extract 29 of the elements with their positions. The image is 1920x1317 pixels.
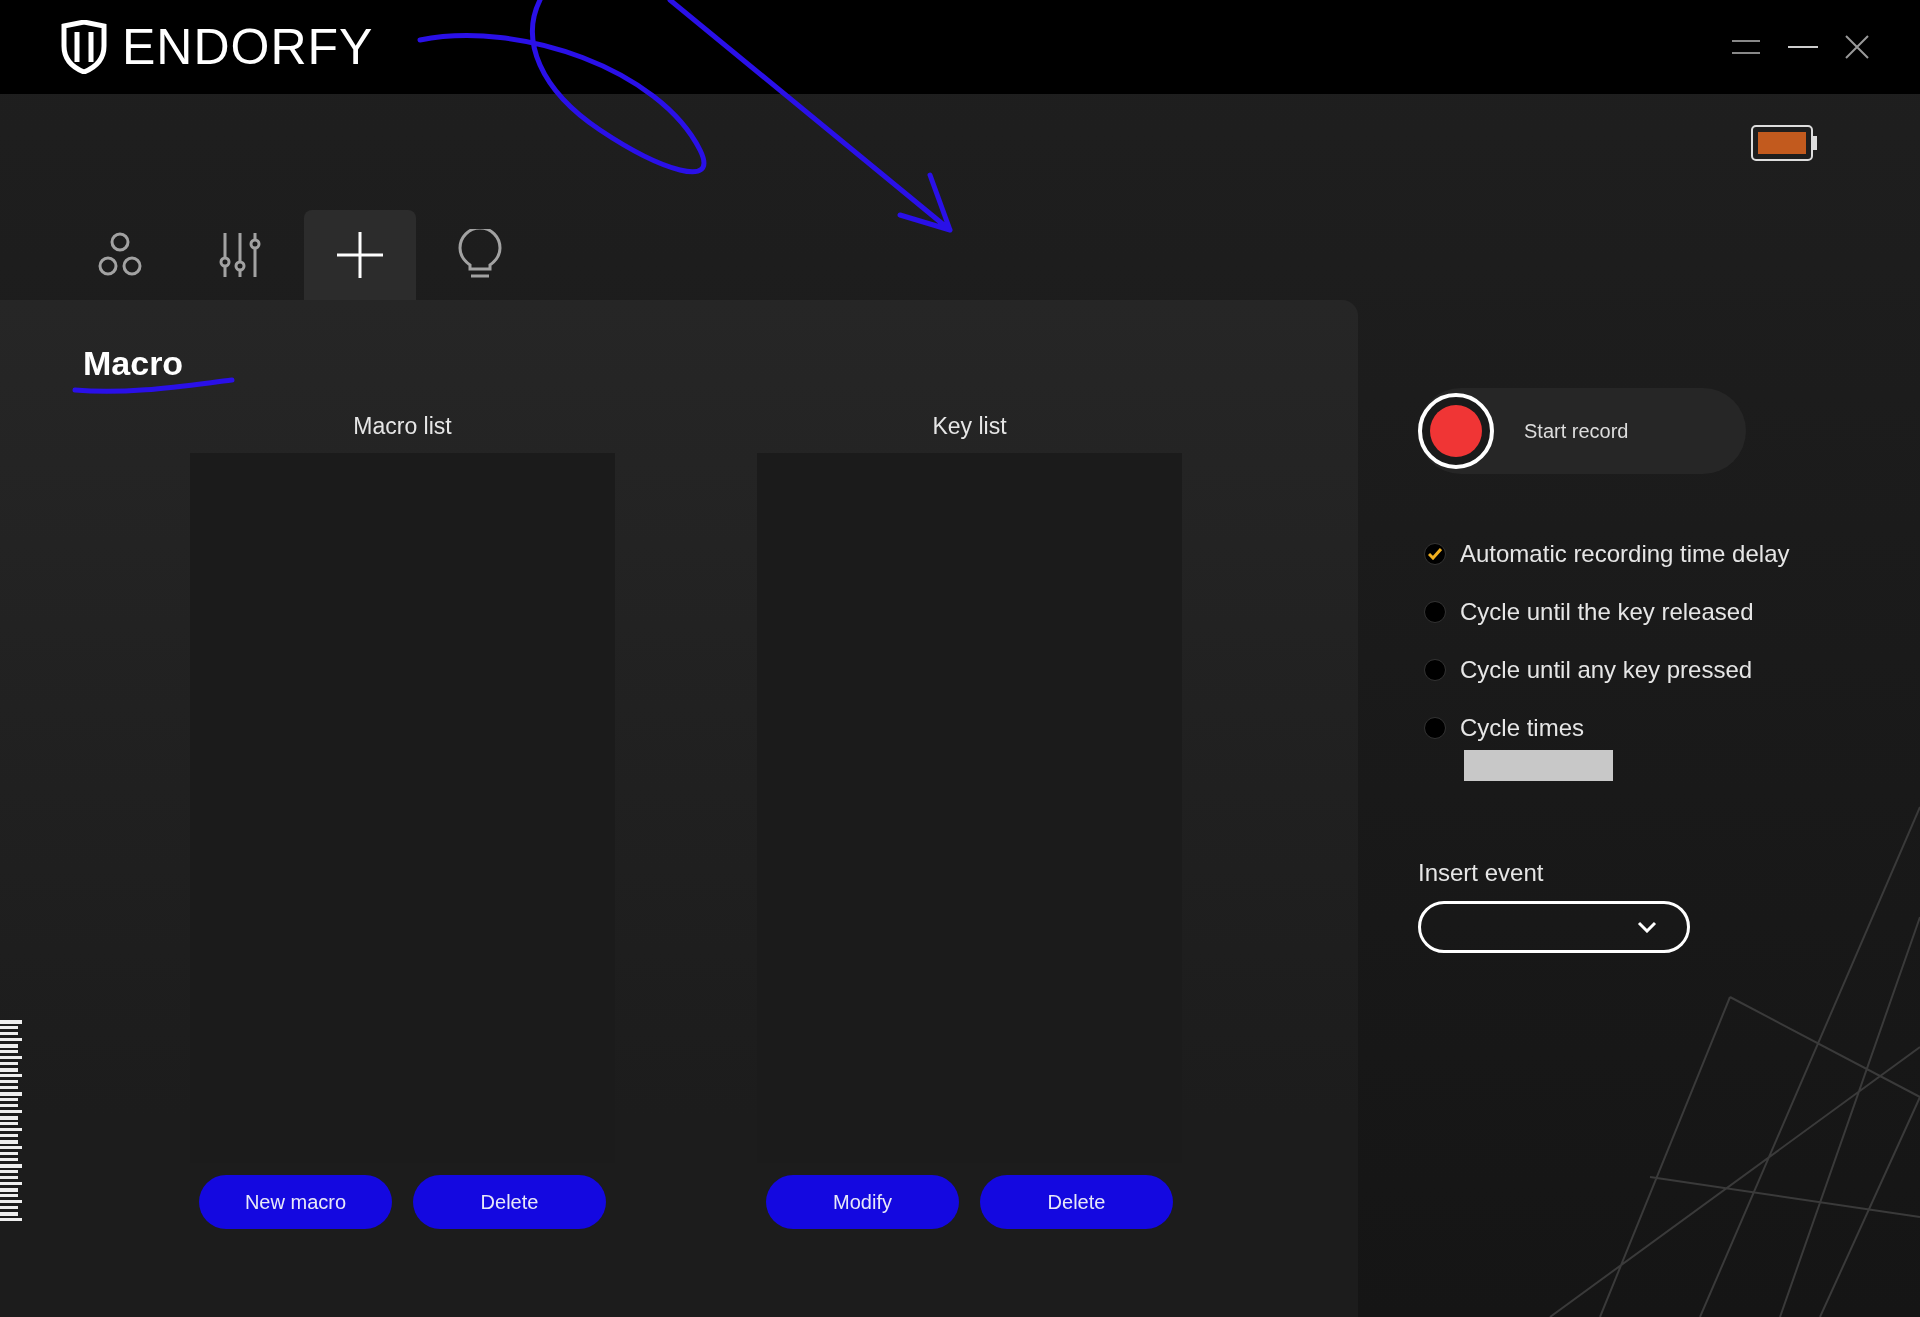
radio-button[interactable] (1424, 601, 1446, 623)
battery-icon (1750, 124, 1820, 162)
option-label: Automatic recording time delay (1460, 540, 1790, 568)
action-button[interactable]: New macro (199, 1175, 392, 1229)
insert-event-label: Insert event (1418, 859, 1545, 887)
option-label: Cycle until the key released (1460, 598, 1754, 626)
radio-button[interactable] (1424, 659, 1446, 681)
action-button[interactable]: Delete (980, 1175, 1173, 1229)
close-icon[interactable] (1844, 34, 1870, 60)
shield-logo-icon (60, 20, 108, 74)
tab[interactable] (304, 210, 416, 300)
check-icon (1428, 548, 1442, 560)
page-title: Macro (83, 344, 185, 383)
chevron-down-icon (1637, 921, 1657, 933)
plus-icon (335, 230, 385, 280)
list-title: Macro list (353, 413, 452, 441)
bulb-icon (458, 229, 502, 281)
cycle-times-field[interactable] (1464, 750, 1613, 781)
brand-name: ENDORFY (122, 18, 374, 76)
option-label: Cycle until any key pressed (1460, 656, 1753, 684)
insert-event-dropdown[interactable] (1418, 901, 1690, 953)
action-button[interactable]: Modify (766, 1175, 959, 1229)
option-label: Cycle times (1460, 714, 1585, 742)
radio-button[interactable] (1424, 543, 1446, 565)
minimize-icon[interactable] (1788, 45, 1818, 49)
radio-button[interactable] (1424, 717, 1446, 739)
list-title: Key list (932, 413, 1007, 441)
action-button[interactable]: Delete (413, 1175, 606, 1229)
record-label: Start record (1524, 419, 1629, 443)
